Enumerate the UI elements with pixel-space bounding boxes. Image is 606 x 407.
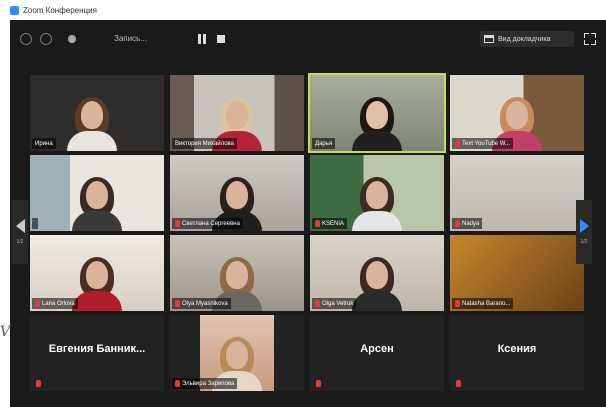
speaker-view-label: Вид докладчика (498, 35, 551, 43)
mic-muted-icon (175, 300, 180, 307)
participant-name: Olya Myasnikova (182, 300, 228, 307)
mic-muted-icon (456, 380, 461, 387)
recording-dot-icon (68, 35, 76, 43)
page-indicator-right: 1/2 (580, 239, 588, 245)
participant-name: Olga Vetruk (322, 300, 354, 307)
mic-muted-icon (316, 380, 321, 387)
participant-tile[interactable]: Lana Orlova (30, 235, 164, 311)
participant-tile[interactable]: Виктория Михайлова (170, 75, 304, 151)
recording-label: Запись... (114, 34, 147, 43)
mic-muted-icon (36, 380, 41, 387)
participant-name: Natasha Barano... (462, 300, 511, 307)
meeting-window: Запись... Вид докладчика Ирина Виктория … (10, 20, 606, 407)
participant-tile[interactable]: Ирина (30, 75, 164, 151)
participant-name: Lana Orlova (42, 300, 75, 307)
participant-tile[interactable]: Natasha Barano... (450, 235, 584, 311)
mic-muted-icon (175, 220, 180, 227)
mic-muted-icon (315, 300, 320, 307)
next-page-button[interactable]: 1/2 (576, 200, 592, 264)
participant-name: Ксения (497, 343, 537, 355)
participant-name: KSENIA (322, 220, 345, 227)
participant-name: Светлана Сергеевна (182, 220, 240, 227)
mic-muted-icon (315, 220, 320, 227)
participant-name: Эльвира Зарипова (182, 380, 235, 387)
mic-muted-icon (455, 220, 460, 227)
participant-name: Арсен (360, 343, 394, 355)
participant-tile[interactable]: Olya Myasnikova (170, 235, 304, 311)
participant-name: Nadya (462, 220, 480, 227)
zoom-logo-icon (10, 5, 19, 15)
speaker-view-icon (484, 35, 494, 43)
chevron-right-icon (579, 219, 589, 233)
participant-tile-no-video[interactable]: Ксения (450, 315, 584, 391)
chevron-left-icon (15, 219, 25, 233)
participant-tile[interactable] (30, 155, 164, 231)
participant-tile-no-video[interactable]: Арсен (310, 315, 444, 391)
mic-muted-icon (455, 140, 460, 147)
fullscreen-icon[interactable] (584, 33, 596, 45)
participant-name: Виктория Михайлова (175, 140, 235, 147)
previous-page-button[interactable]: 1/2 (12, 200, 28, 264)
mic-muted-icon (35, 300, 40, 307)
window-title: Zoom Конференция (23, 5, 97, 15)
info-icon[interactable] (20, 33, 32, 45)
mic-muted-icon (455, 300, 460, 307)
participant-tile[interactable]: KSENIA (310, 155, 444, 231)
window-titlebar: Zoom Конференция (0, 0, 606, 20)
participant-tile[interactable]: Эльвира Зарипова (170, 315, 304, 391)
participant-tile-active-speaker[interactable]: Дарья (308, 73, 446, 153)
participant-name: Text YouTube W... (462, 140, 511, 147)
pause-recording-icon[interactable] (197, 34, 207, 44)
stop-recording-icon[interactable] (217, 35, 225, 43)
mic-muted-icon (175, 380, 180, 387)
page-indicator-left: 1/2 (16, 239, 24, 245)
participant-tile[interactable]: Olga Vetruk (310, 235, 444, 311)
participant-name: Дарья (315, 140, 333, 147)
stray-mark: V (0, 324, 11, 340)
participant-tile-no-video[interactable]: Евгения Банник... (30, 315, 164, 391)
shield-icon[interactable] (40, 33, 52, 45)
participant-name: Ирина (35, 140, 53, 147)
meeting-toolbar: Запись... Вид докладчика (10, 20, 606, 58)
participant-tile[interactable]: Text YouTube W... (450, 75, 584, 151)
participant-tile[interactable]: Nadya (450, 155, 584, 231)
speaker-view-button[interactable]: Вид докладчика (480, 31, 574, 47)
participant-name: Евгения Банник... (48, 343, 146, 355)
participant-tile[interactable]: Светлана Сергеевна (170, 155, 304, 231)
